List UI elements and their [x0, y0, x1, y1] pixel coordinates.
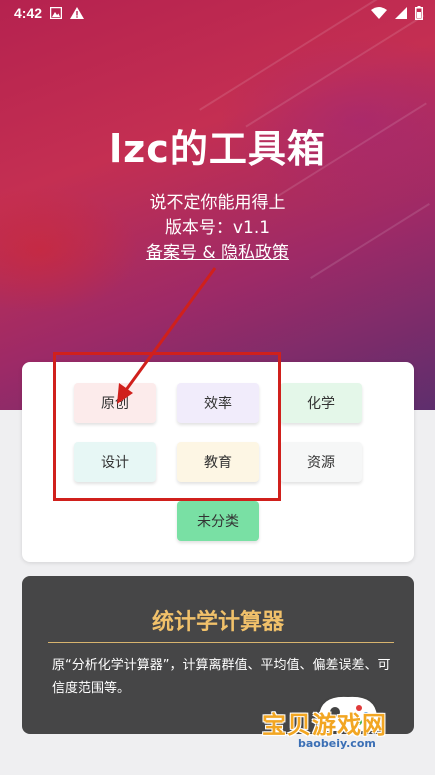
watermark-url: baobeiy.com [298, 737, 376, 750]
tool-divider [48, 642, 394, 643]
watermark-text: 宝贝游戏网 [262, 711, 387, 739]
tool-title: 统计学计算器 [151, 610, 284, 635]
